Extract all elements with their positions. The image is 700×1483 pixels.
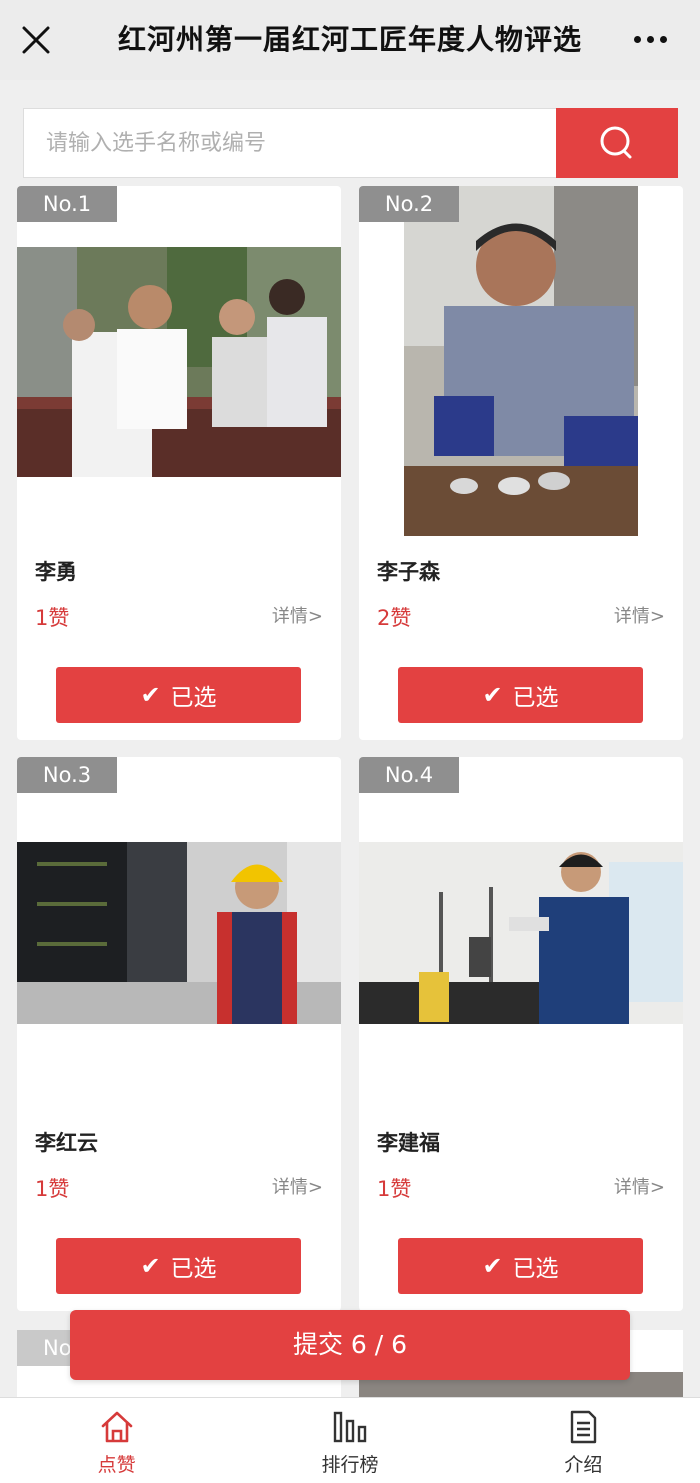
tab-like[interactable]: 点赞 (0, 1398, 233, 1483)
candidate-number-badge: No.1 (17, 186, 117, 222)
document-icon (571, 1410, 597, 1444)
candidate-name: 李建福 (377, 1131, 440, 1155)
tab-intro[interactable]: 介绍 (467, 1398, 700, 1483)
tab-ranking-label: 排行榜 (321, 1454, 379, 1476)
candidate-likes: 1赞 (35, 1177, 70, 1201)
page-title: 红河州第一届红河工匠年度人物评选 (117, 23, 582, 56)
search-button[interactable] (556, 108, 678, 178)
candidate-likes: 1赞 (377, 1177, 412, 1201)
home-icon (101, 1411, 132, 1443)
candidate-name: 李红云 (35, 1131, 98, 1155)
more-icon[interactable] (630, 24, 670, 54)
bottom-tab-bar: 点赞 排行榜 介绍 (0, 1397, 700, 1483)
selected-button[interactable]: ✔ 已选 (56, 667, 301, 723)
search-input[interactable] (24, 109, 557, 177)
check-icon: ✔ (482, 681, 503, 709)
candidate-name: 李勇 (35, 560, 77, 584)
selected-button-label: 已选 (170, 1256, 217, 1282)
candidate-photo[interactable] (359, 842, 683, 1024)
check-icon: ✔ (140, 681, 161, 709)
candidate-detail-link[interactable]: 详情> (614, 1173, 665, 1199)
candidate-number-badge: No.3 (17, 757, 117, 793)
selected-button[interactable]: ✔ 已选 (398, 1238, 643, 1294)
submit-button[interactable]: 提交 6 / 6 (70, 1310, 630, 1380)
search-icon (600, 126, 632, 159)
candidate-photo[interactable] (404, 186, 638, 536)
candidate-card[interactable]: No.1 李勇 1赞 详情> ✔ 已选 (17, 186, 341, 740)
candidate-card[interactable]: No.2 李子森 2赞 详情> ✔ 已选 (359, 186, 683, 740)
tab-ranking[interactable]: 排行榜 (233, 1398, 466, 1483)
candidate-detail-link[interactable]: 详情> (272, 1173, 323, 1199)
candidate-card[interactable]: No.4 李建福 1赞 详情> ✔ 已选 (359, 757, 683, 1311)
top-bar: 红河州第一届红河工匠年度人物评选 (0, 0, 700, 80)
candidate-likes: 1赞 (35, 606, 70, 630)
check-icon: ✔ (140, 1252, 161, 1280)
candidate-number-badge: No.2 (359, 186, 459, 222)
bar-chart-icon (333, 1411, 367, 1443)
close-icon[interactable] (18, 22, 54, 58)
check-icon: ✔ (482, 1252, 503, 1280)
tab-intro-label: 介绍 (564, 1454, 603, 1476)
search-bar (23, 108, 678, 178)
candidate-detail-link[interactable]: 详情> (614, 602, 665, 628)
tab-like-label: 点赞 (97, 1454, 136, 1476)
selected-button[interactable]: ✔ 已选 (56, 1238, 301, 1294)
selected-button-label: 已选 (170, 685, 217, 711)
candidate-photo[interactable] (17, 842, 341, 1024)
candidate-card[interactable]: No.3 李红云 1赞 详情> ✔ 已选 (17, 757, 341, 1311)
candidate-number-badge: No.4 (359, 757, 459, 793)
candidate-detail-link[interactable]: 详情> (272, 602, 323, 628)
selected-button-label: 已选 (512, 685, 559, 711)
candidate-name: 李子森 (377, 560, 440, 584)
candidate-photo[interactable] (17, 247, 341, 477)
selected-button[interactable]: ✔ 已选 (398, 667, 643, 723)
candidate-likes: 2赞 (377, 606, 412, 630)
selected-button-label: 已选 (512, 1256, 559, 1282)
